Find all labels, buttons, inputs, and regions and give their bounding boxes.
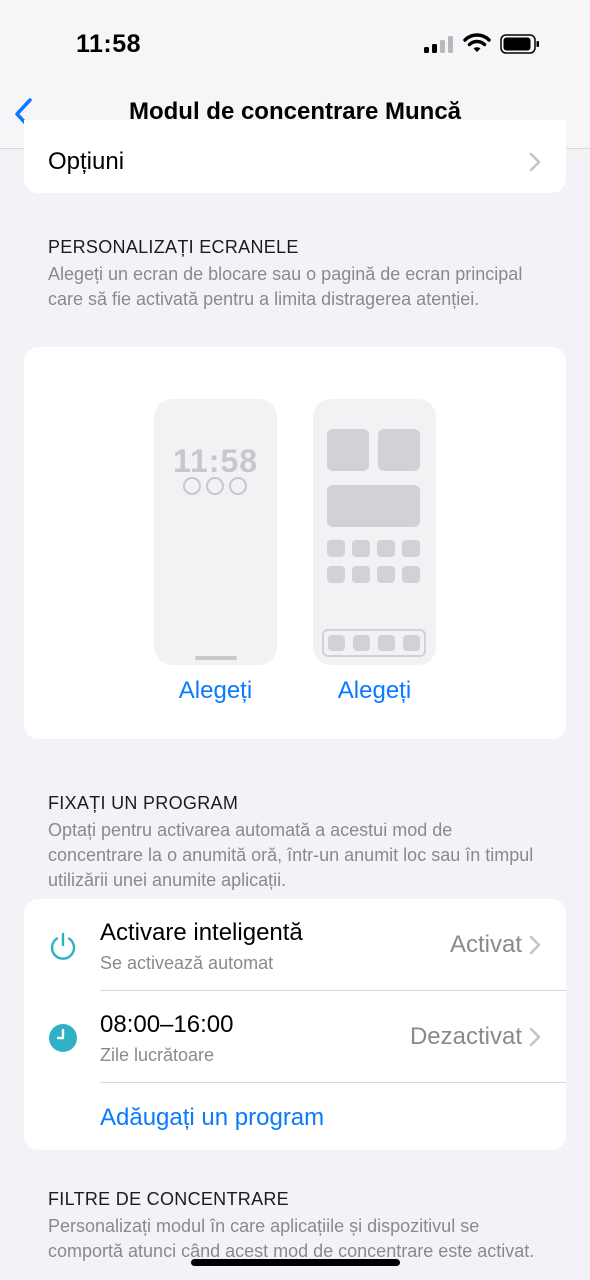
filters-footer: Personalizați modul în care aplicațiile …	[48, 1216, 535, 1261]
options-row[interactable]: Opțiuni	[24, 120, 566, 193]
app-icon	[402, 566, 420, 583]
schedule-time-row[interactable]: 08:00–16:00 Zile lucrătoare Dezactivat	[24, 991, 566, 1083]
battery-icon	[500, 34, 539, 54]
app-icon	[352, 540, 370, 557]
dock	[322, 629, 426, 657]
app-icon	[327, 566, 345, 583]
power-icon	[50, 932, 76, 960]
smart-activation-row[interactable]: Activare inteligentă Se activează automa…	[24, 899, 566, 991]
app-icon	[403, 635, 420, 651]
schedule-card: Activare inteligentă Se activează automa…	[24, 899, 566, 1150]
app-icon	[327, 540, 345, 557]
app-icon	[353, 635, 370, 651]
chevron-right-icon	[529, 935, 541, 955]
screens-header: PERSONALIZAȚI ECRANELE	[48, 237, 299, 257]
widget-block	[327, 429, 369, 471]
home-indicator[interactable]	[191, 1259, 400, 1266]
choose-home-screen-button[interactable]: Alegeți	[313, 677, 436, 705]
widget-circles-icon	[183, 477, 252, 500]
app-icon	[377, 566, 395, 583]
row-subtitle: Zile lucrătoare	[100, 1045, 215, 1065]
schedule-footer: Optați pentru activarea automată a acest…	[48, 820, 534, 890]
app-icon	[377, 540, 395, 557]
cellular-signal-icon	[424, 35, 454, 53]
screens-card: 11:58 Alegeți Alegeți	[24, 347, 566, 739]
home-bar-icon	[195, 656, 237, 660]
options-label: Opțiuni	[48, 148, 125, 175]
row-subtitle: Se activează automat	[100, 953, 274, 973]
lock-screen-preview[interactable]: 11:58	[154, 399, 277, 665]
row-title: 08:00–16:00	[100, 1011, 234, 1038]
chevron-right-icon	[529, 1027, 541, 1047]
lock-preview-time: 11:58	[172, 443, 259, 479]
app-icon	[328, 635, 345, 651]
widget-block	[327, 485, 420, 527]
status-time: 11:58	[76, 30, 142, 58]
add-schedule-button[interactable]: Adăugați un program	[100, 1104, 324, 1132]
home-screen-preview[interactable]	[313, 399, 436, 665]
schedule-header: FIXAȚI UN PROGRAM	[48, 793, 239, 813]
choose-lock-screen-button[interactable]: Alegeți	[154, 677, 277, 705]
row-value: Activat	[449, 931, 522, 958]
app-icon	[378, 635, 395, 651]
clock-icon	[49, 1024, 77, 1052]
filters-header: FILTRE DE CONCENTRARE	[48, 1189, 289, 1209]
app-icon	[352, 566, 370, 583]
widget-block	[378, 429, 420, 471]
chevron-right-icon	[529, 152, 541, 172]
row-value: Dezactivat	[409, 1023, 522, 1050]
divider	[100, 1082, 566, 1083]
screens-footer: Alegeți un ecran de blocare sau o pagină…	[48, 264, 523, 309]
app-icon	[402, 540, 420, 557]
wifi-icon	[463, 33, 491, 52]
row-title: Activare inteligentă	[100, 919, 303, 946]
